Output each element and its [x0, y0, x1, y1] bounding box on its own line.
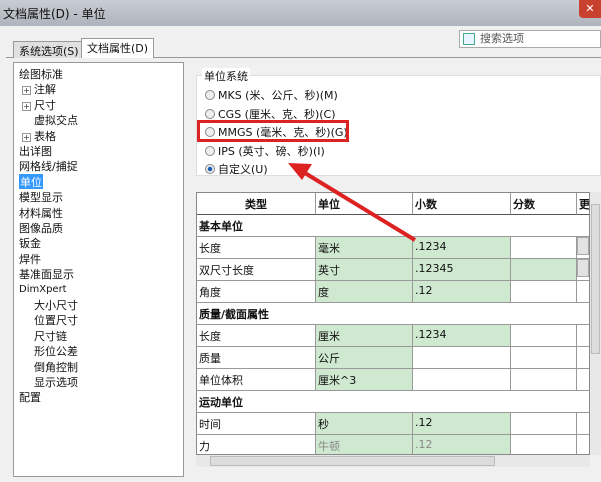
- red-arrow-annotation: [288, 163, 417, 242]
